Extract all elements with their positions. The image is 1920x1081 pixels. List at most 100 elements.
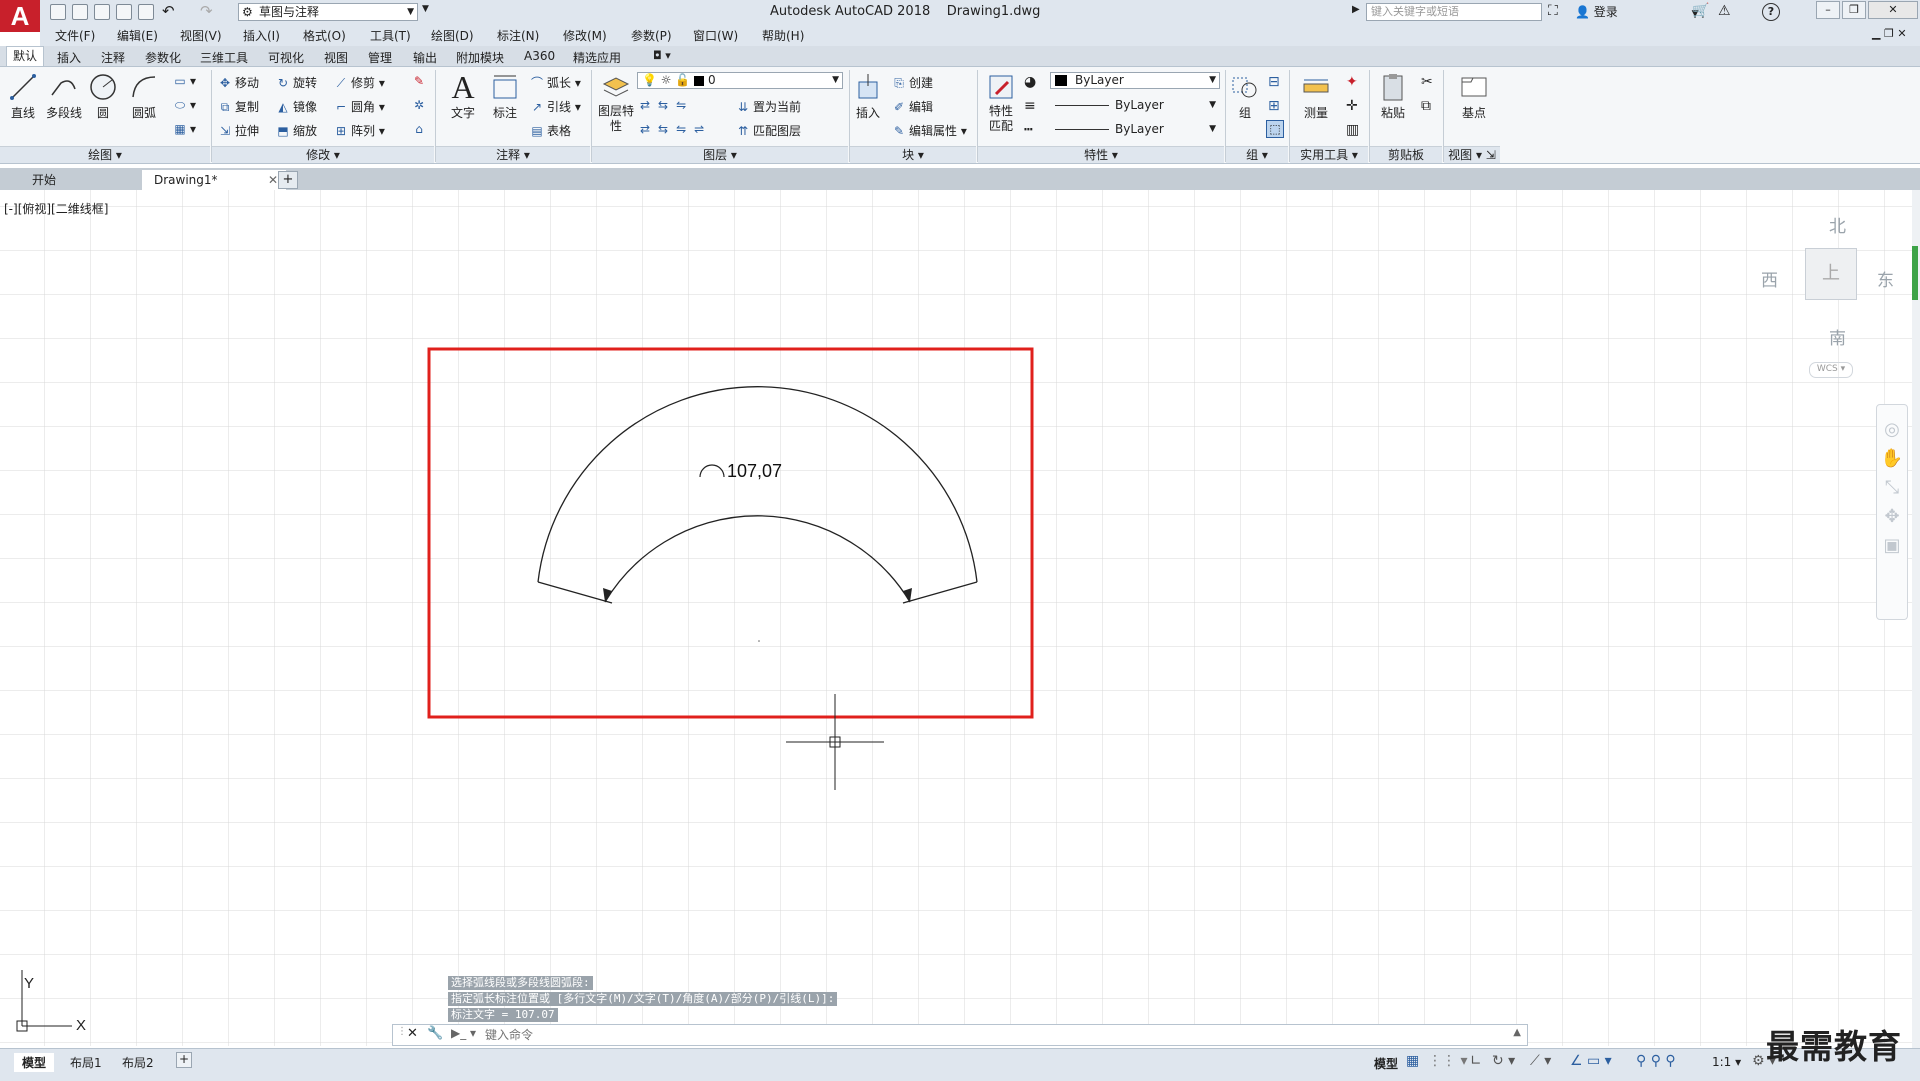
menu-help[interactable]: 帮助(H)	[762, 27, 804, 44]
history-expand-icon[interactable]: ▲	[1513, 1027, 1521, 1038]
make-current-tool[interactable]: ⇊ 置为当前	[736, 98, 801, 115]
login-button[interactable]: 👤 登录 ▼	[1575, 3, 1699, 20]
zoom-icon[interactable]: ⤡	[1877, 477, 1907, 498]
tab-layout2[interactable]: 布局2	[114, 1053, 162, 1072]
viewcube-south[interactable]: 南	[1829, 324, 1846, 349]
viewcube-north[interactable]: 北	[1829, 212, 1846, 237]
point-icon[interactable]: ✛	[1346, 98, 1358, 114]
steering-wheel-icon[interactable]: ◎	[1877, 419, 1907, 440]
groups-panel-title[interactable]: 组 ▾	[1226, 146, 1288, 163]
erase-tool[interactable]: ✎	[412, 74, 429, 88]
menu-window[interactable]: 窗口(W)	[693, 27, 738, 44]
menu-view[interactable]: 视图(V)	[180, 27, 222, 44]
close-icon[interactable]: ✕	[407, 1026, 418, 1041]
view-panel-title[interactable]: 视图 ▾ ⇲	[1444, 146, 1500, 163]
fillet-tool[interactable]: ⌐ 圆角 ▾	[334, 98, 385, 115]
properties-panel-title[interactable]: 特性 ▾	[978, 146, 1224, 163]
model-space-toggle[interactable]: 模型	[1374, 1055, 1398, 1072]
dimension-tool[interactable]: 标注	[487, 72, 523, 121]
paste-tool[interactable]: 粘贴	[1376, 72, 1410, 121]
quick-select-icon[interactable]: ✦	[1346, 74, 1358, 90]
orbit-icon[interactable]: ✥	[1877, 506, 1907, 527]
command-prompt-icon[interactable]: ▶_ ▾	[451, 1026, 476, 1040]
base-view-tool[interactable]: 基点	[1456, 72, 1492, 121]
annotation-visibility-icon[interactable]: ⚲ ⚲ ⚲	[1636, 1053, 1676, 1069]
match-layer-tool[interactable]: ⇈ 匹配图层	[736, 122, 801, 139]
new-tab-button[interactable]: +	[278, 171, 298, 189]
group-tool[interactable]: 组	[1228, 72, 1262, 121]
app-menu-button[interactable]: A	[0, 0, 40, 32]
menu-modify[interactable]: 修改(M)	[563, 27, 607, 44]
arc-length-tool[interactable]: ⌒ 弧长 ▾	[530, 74, 581, 91]
create-block-tool[interactable]: ⎘ 创建	[892, 74, 933, 91]
tab-3d-tools[interactable]: 三维工具	[200, 49, 248, 66]
layers-panel-title[interactable]: 图层 ▾	[592, 146, 848, 163]
match-properties-tool[interactable]: 特性匹配	[984, 72, 1018, 134]
menu-tools[interactable]: 工具(T)	[370, 27, 411, 44]
tab-drawing1[interactable]: Drawing1* ✕	[142, 170, 286, 190]
tab-featured-apps[interactable]: 精选应用	[573, 49, 621, 66]
a360-icon[interactable]: ⚠	[1718, 3, 1731, 19]
linetype-icon[interactable]: ┅	[1024, 122, 1032, 138]
clipboard-panel-title[interactable]: 剪贴板	[1370, 146, 1442, 163]
viewcube-west[interactable]: 西	[1761, 266, 1778, 291]
viewcube-east[interactable]: 东	[1877, 266, 1894, 291]
lineweight-dropdown[interactable]: ByLayer ▼	[1050, 97, 1220, 114]
table-tool[interactable]: ▤ 表格	[530, 122, 571, 139]
ungroup-icon[interactable]: ⊟	[1268, 74, 1280, 90]
trim-tool[interactable]: ⟋ 修剪 ▾	[334, 74, 385, 91]
drawing-canvas[interactable]: 107,07 Y X	[0, 190, 1918, 1046]
tab-a360[interactable]: A360	[524, 49, 555, 63]
color-wheel-icon[interactable]: ◕	[1024, 74, 1036, 90]
tab-annotate[interactable]: 注释	[101, 49, 125, 66]
rectangle-tool[interactable]: ▭ ▾	[173, 74, 196, 88]
layer-tools-row1[interactable]: ⇄⇆⇋	[640, 98, 694, 112]
stretch-tool[interactable]: ⇲ 拉伸	[218, 122, 259, 139]
layer-dropdown[interactable]: 💡 ☼ 🔓 0 ▼	[637, 72, 843, 89]
insert-block-tool[interactable]: 插入	[852, 72, 884, 121]
tab-output[interactable]: 输出	[413, 49, 437, 66]
dynamic-input-icon[interactable]: ∠ ▭ ▾	[1570, 1053, 1612, 1069]
move-tool[interactable]: ✥ 移动	[218, 74, 259, 91]
osnap-icon[interactable]: ⟋ ▾	[1530, 1053, 1551, 1069]
maximize-button[interactable]: ❐	[1842, 1, 1866, 19]
menu-draw[interactable]: 绘图(D)	[431, 27, 474, 44]
linetype-dropdown[interactable]: ByLayer ▼	[1050, 121, 1220, 138]
save-icon[interactable]	[94, 4, 110, 20]
wcs-menu[interactable]: WCS ▾	[1809, 362, 1853, 378]
tab-insert[interactable]: 插入	[57, 49, 81, 66]
viewcube-top-face[interactable]: 上	[1805, 248, 1857, 300]
group-select-icon[interactable]: ⬚	[1266, 120, 1284, 138]
measure-tool[interactable]: 测量	[1298, 72, 1334, 121]
leader-tool[interactable]: ↗ 引线 ▾	[530, 98, 581, 115]
vertical-scrollbar[interactable]	[1912, 190, 1920, 1048]
pan-icon[interactable]: ✋	[1877, 448, 1907, 469]
tab-home[interactable]: 默认	[6, 46, 45, 66]
ortho-icon[interactable]: ∟	[1470, 1053, 1482, 1069]
print-icon[interactable]	[138, 4, 154, 20]
tab-layout1[interactable]: 布局1	[62, 1053, 110, 1072]
scrollbar-thumb[interactable]	[1912, 246, 1918, 300]
tab-manage[interactable]: 管理	[368, 49, 392, 66]
ellipse-tool[interactable]: ⬭ ▾	[173, 98, 196, 113]
tab-start[interactable]: 开始	[20, 170, 69, 190]
quick-access-dropdown-icon[interactable]: ▼	[422, 4, 429, 14]
polar-icon[interactable]: ↻ ▾	[1492, 1053, 1515, 1069]
cut-icon[interactable]: ✂	[1421, 74, 1433, 90]
menu-parametric[interactable]: 参数(P)	[631, 27, 672, 44]
line-tool[interactable]: 直线	[6, 72, 40, 121]
save-as-icon[interactable]	[116, 4, 132, 20]
wrench-icon[interactable]: 🔧	[427, 1026, 443, 1041]
color-dropdown[interactable]: ByLayer ▼	[1050, 72, 1220, 89]
circle-tool[interactable]: 圆	[88, 72, 118, 121]
tab-model[interactable]: 模型	[14, 1053, 55, 1072]
explode-tool[interactable]: ✲	[412, 98, 429, 112]
edit-attributes-tool[interactable]: ✎ 编辑属性 ▾	[892, 122, 967, 139]
arc-tool[interactable]: 圆弧	[128, 72, 160, 121]
modify-panel-title[interactable]: 修改 ▾	[212, 146, 434, 163]
group-edit-icon[interactable]: ⊞	[1268, 98, 1280, 114]
dimension-text[interactable]: 107,07	[727, 461, 782, 481]
tab-visualize[interactable]: 可视化	[268, 49, 304, 66]
tab-parametric[interactable]: 参数化	[145, 49, 181, 66]
tab-view[interactable]: 视图	[324, 49, 348, 66]
